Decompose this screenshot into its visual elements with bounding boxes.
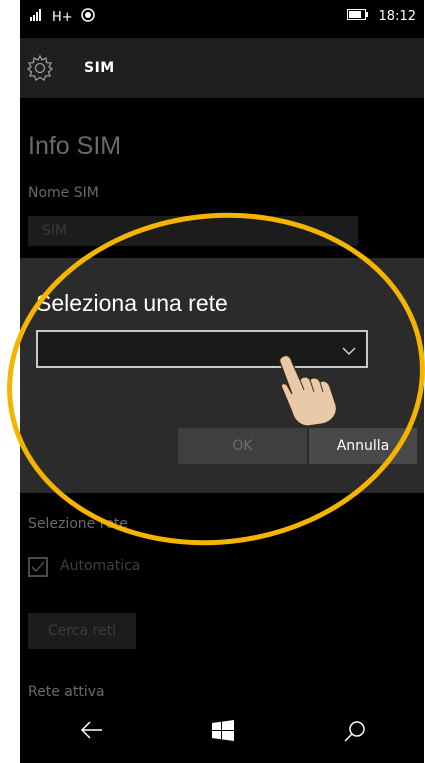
status-bar: H+ 18:12 <box>20 0 424 38</box>
search-icon[interactable] <box>344 720 366 746</box>
battery-icon <box>346 9 369 24</box>
automatic-checkbox[interactable] <box>28 557 48 577</box>
ok-button[interactable]: OK <box>178 428 307 464</box>
active-network-label: Rete attiva <box>28 684 105 700</box>
search-networks-button[interactable]: Cerca reti <box>28 613 136 649</box>
section-heading: Info SIM <box>28 132 122 160</box>
windows-start-icon[interactable] <box>212 720 234 746</box>
page-title: SIM <box>84 60 115 76</box>
clock: 18:12 <box>378 9 416 24</box>
pointing-hand-icon <box>279 354 337 427</box>
cancel-button[interactable]: Annulla <box>309 428 417 464</box>
signal-icon <box>30 9 44 25</box>
back-icon[interactable] <box>80 720 104 744</box>
network-type: H+ <box>52 9 73 25</box>
select-network-dialog: Seleziona una rete OK Annulla <box>20 258 424 493</box>
location-icon <box>80 8 95 26</box>
phone-screen: H+ 18:12 SIM Info SIM Nome SIM SIM Selez… <box>20 0 424 763</box>
sim-name-input[interactable]: SIM <box>28 216 358 246</box>
gear-icon <box>26 54 54 86</box>
dialog-title: Seleziona una rete <box>36 290 228 316</box>
network-selection-label: Selezione rete <box>28 516 128 532</box>
automatic-label: Automatica <box>60 558 141 574</box>
sim-name-label: Nome SIM <box>28 185 99 201</box>
navigation-bar <box>20 702 424 763</box>
app-header: SIM <box>20 38 424 98</box>
